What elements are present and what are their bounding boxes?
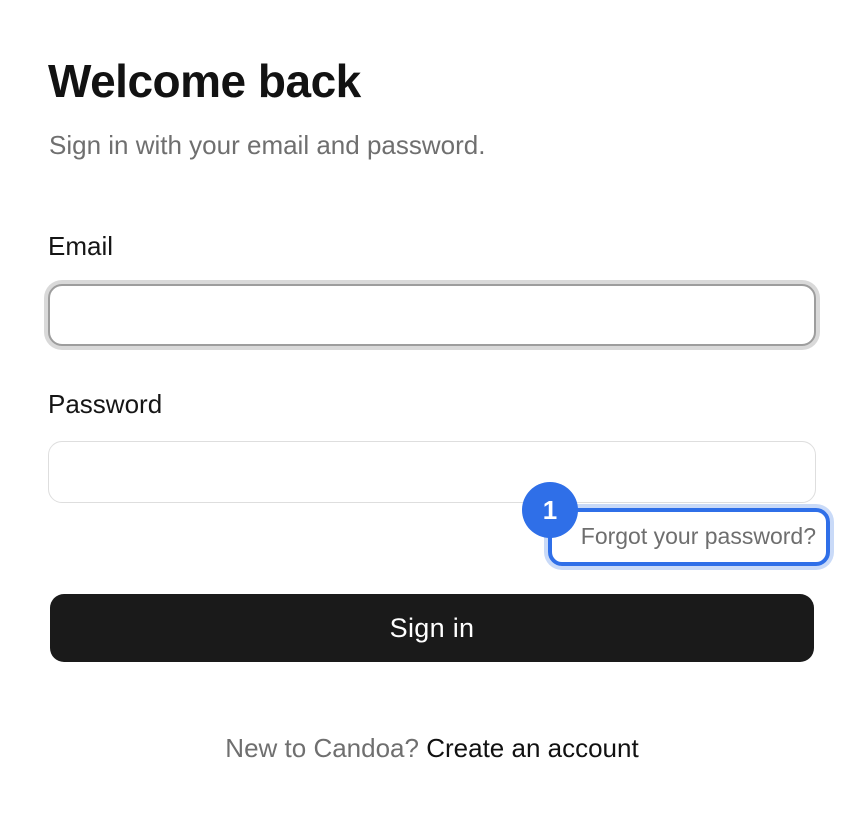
create-account-link[interactable]: Create an account xyxy=(426,733,638,763)
sign-in-button[interactable]: Sign in xyxy=(50,594,814,662)
password-field[interactable] xyxy=(48,441,816,503)
signup-prompt: New to Candoa? Create an account xyxy=(0,731,864,765)
sign-in-page: Welcome back Sign in with your email and… xyxy=(0,0,864,816)
page-title: Welcome back xyxy=(48,55,361,107)
page-subtitle: Sign in with your email and password. xyxy=(49,130,486,160)
signup-prompt-text: New to Candoa? xyxy=(225,733,419,763)
annotation-marker: 1 xyxy=(522,482,578,538)
forgot-password-highlight: Forgot your password? xyxy=(548,508,830,566)
email-field[interactable] xyxy=(48,284,816,346)
forgot-password-link[interactable]: Forgot your password? xyxy=(581,521,816,551)
password-label: Password xyxy=(48,389,163,419)
email-label: Email xyxy=(48,231,114,261)
